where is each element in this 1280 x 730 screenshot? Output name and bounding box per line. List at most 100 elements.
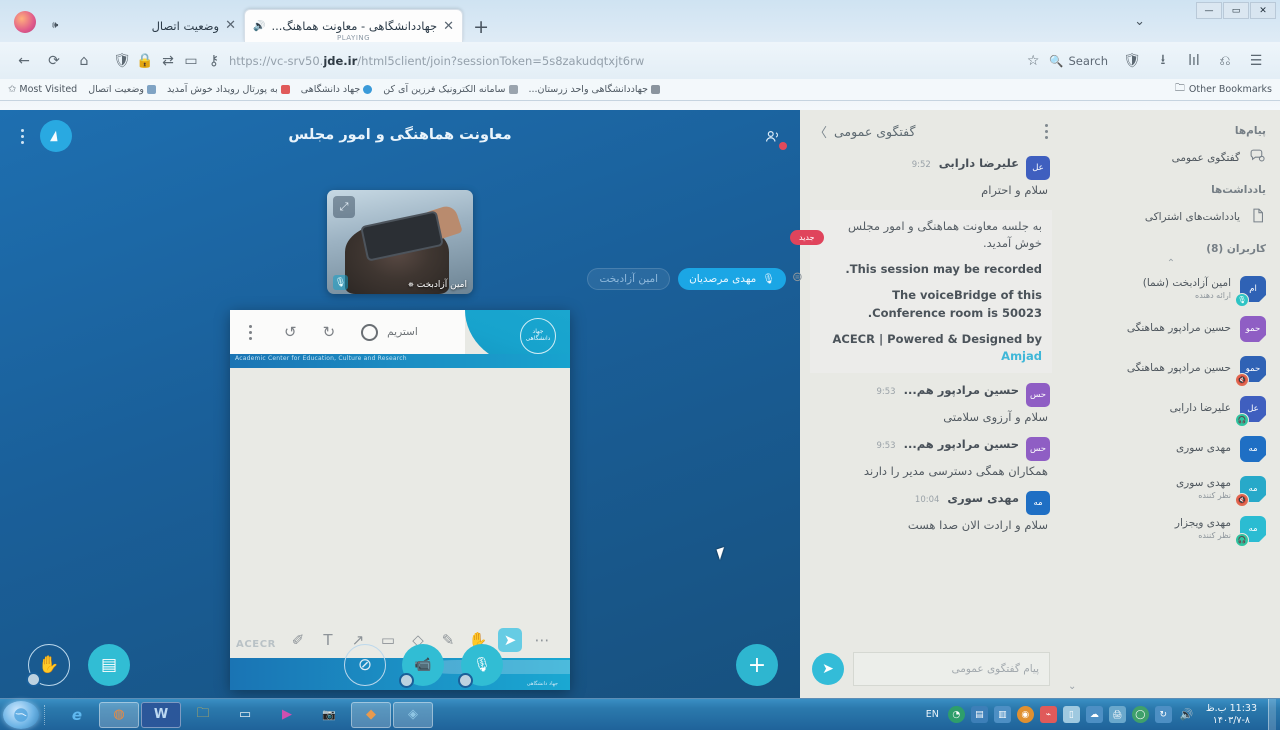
raise-hand-button[interactable]: ✋ bbox=[26, 644, 70, 687]
show-desktop-button[interactable] bbox=[1268, 698, 1276, 730]
account-icon[interactable]: ⎌ bbox=[1211, 48, 1239, 74]
user-list-item[interactable]: ام 🎙 امین آزادبخت (شما) ارائه دهنده bbox=[1074, 269, 1268, 309]
book-icon[interactable]: ▯ bbox=[1062, 706, 1080, 723]
taskbar-item-internet-explorer[interactable]: e bbox=[57, 702, 97, 728]
user-list-item[interactable]: حمو 🔇 حسین مرادپور هماهنگی bbox=[1074, 349, 1268, 389]
mic-sub-badge bbox=[458, 673, 473, 688]
tab-mute-icon[interactable]: 🕪 bbox=[52, 20, 58, 31]
bookmark-item-2[interactable]: به پورتال رویداد خوش آمدید bbox=[167, 84, 290, 95]
powered-by-brand[interactable]: Amjad bbox=[1001, 349, 1042, 363]
reader-mode-icon[interactable]: ⇄ bbox=[160, 48, 176, 74]
bookmark-item-4[interactable]: سامانه الکترونیک فرزین آی کن bbox=[383, 84, 518, 95]
powered-by-text: ACECR | Powered & Designed by bbox=[832, 331, 1042, 346]
avatar: مه 🎧 bbox=[1235, 516, 1267, 547]
taskbar-item-camera[interactable]: 📷 bbox=[309, 702, 349, 728]
taskbar-item-app-orange[interactable]: ◆ bbox=[351, 701, 391, 728]
tab-close-icon[interactable]: ✕ bbox=[443, 20, 454, 33]
list-all-tabs-icon[interactable]: ⌄ bbox=[1134, 14, 1145, 29]
downloads-icon[interactable]: ⭳ bbox=[1149, 48, 1177, 74]
taskbar-item-app-blue[interactable]: ◈ bbox=[393, 701, 433, 728]
start-orb-icon[interactable] bbox=[3, 700, 39, 729]
permissions-key-icon[interactable]: ⚷ bbox=[206, 48, 222, 74]
microphone-button[interactable]: 🎙 bbox=[458, 644, 503, 688]
chat-messages[interactable]: عل علیرضا دارابی 9:52 سلام و احترام به ج… bbox=[800, 152, 1062, 652]
unread-badge[interactable]: جدید bbox=[790, 230, 824, 245]
back-icon[interactable]: ← bbox=[10, 48, 38, 74]
chat-bubble-icon bbox=[1249, 148, 1266, 169]
talker-pill-muted[interactable]: امین آزادبخت bbox=[587, 268, 671, 290]
taskbar-item-word[interactable]: W bbox=[141, 701, 181, 728]
sync-icon[interactable]: ⊜ bbox=[792, 270, 803, 285]
language-indicator[interactable]: EN bbox=[923, 709, 942, 720]
talker-pill-active[interactable]: 🎙 مهدی مرصدیان bbox=[678, 268, 786, 290]
other-bookmarks-folder[interactable]: 🗀 Other Bookmarks bbox=[1175, 81, 1272, 98]
bookmark-item-5[interactable]: جهاددانشگاهی واحد زرستان... bbox=[529, 84, 660, 95]
address-bar[interactable]: 🛡 🔒 ⇄ ▭ ⚷ https://vc-srv50.jde.ir/html5c… bbox=[106, 48, 1011, 73]
cloud-icon[interactable]: ☁ bbox=[1085, 706, 1103, 723]
user-list-item[interactable]: حمو حسین مرادپور هماهنگی bbox=[1074, 309, 1268, 349]
recording-notice: This session may be recorded. bbox=[845, 262, 1042, 277]
whiteboard-canvas[interactable]: ACECR ✐ T ↗ ▭ ◇ ✎ ✋ ➤ ⋯ bbox=[230, 368, 570, 658]
sidebar-item-shared-notes[interactable]: یادداشت‌های اشتراکی bbox=[1074, 201, 1268, 234]
maximize-button[interactable]: ▭ bbox=[1223, 2, 1249, 19]
volume-icon[interactable]: 🔊 bbox=[1178, 706, 1195, 723]
minimize-button[interactable]: — bbox=[1196, 2, 1222, 19]
redo-icon[interactable]: ↻ bbox=[323, 324, 336, 340]
shield-icon[interactable]: ◯ bbox=[1131, 706, 1149, 723]
tab-speaker-icon[interactable]: 🔊 bbox=[253, 21, 265, 32]
lock-icon[interactable]: 🔒 bbox=[136, 48, 153, 74]
home-icon[interactable]: ⌂ bbox=[70, 48, 98, 74]
reload-icon[interactable]: ⟳ bbox=[40, 48, 68, 74]
clock[interactable]: 11:33 ب.ظ ۱۴۰۳/۷-۸ bbox=[1201, 703, 1262, 727]
record-stream-button[interactable]: استریم bbox=[361, 323, 418, 341]
scroll-down-icon[interactable]: ⌄ bbox=[1068, 681, 1076, 692]
bookmark-item-3[interactable]: جهاد دانشگاهی bbox=[301, 84, 373, 95]
camera-button[interactable]: 📹 bbox=[399, 644, 444, 688]
tracking-shield-icon[interactable]: 🛡 bbox=[1118, 48, 1146, 74]
chat-title[interactable]: گفتگوی عمومی 〉 bbox=[814, 122, 915, 141]
webcam-tile[interactable]: ⤢ 🎙 امین آزادبخت ⛯ bbox=[327, 190, 473, 294]
search-bar[interactable]: 🔍 Search bbox=[1049, 54, 1116, 68]
battery-icon[interactable]: ▥ bbox=[993, 706, 1011, 723]
user-list-item[interactable]: مه مهدی سوری bbox=[1074, 429, 1268, 469]
shield-icon[interactable]: 🛡 bbox=[113, 48, 131, 74]
new-tab-button[interactable]: + bbox=[463, 18, 499, 42]
bookmark-most-visited[interactable]: ✩ Most Visited bbox=[8, 84, 77, 95]
sync-icon[interactable]: ↻ bbox=[1154, 706, 1172, 723]
undo-icon[interactable]: ↺ bbox=[284, 324, 297, 340]
collapse-users-icon[interactable]: ⌃ bbox=[1074, 258, 1268, 269]
update-icon[interactable]: ◉ bbox=[1016, 706, 1034, 723]
send-icon[interactable]: ➤ bbox=[812, 653, 844, 685]
browser-tab-1[interactable]: 🕪 وضعیت اتصال ✕ bbox=[44, 9, 244, 42]
add-content-button[interactable]: + bbox=[736, 644, 778, 686]
menu-icon[interactable]: ☰ bbox=[1242, 48, 1270, 74]
notes-icon bbox=[1249, 207, 1266, 228]
user-list-item[interactable]: مه 🔇 مهدی سوری نظر کننده bbox=[1074, 469, 1268, 509]
network-icon[interactable]: ⌁ bbox=[1039, 706, 1057, 723]
antivirus-icon[interactable]: ◔ bbox=[947, 706, 965, 723]
presentation-area[interactable]: جهاددانشگاهی سازمان جهاد دانشگاهی ↺ ↻ اس… bbox=[230, 310, 570, 690]
taskbar-item-media-player[interactable]: ▶ bbox=[267, 702, 307, 728]
user-list-item[interactable]: مه 🎧 مهدی ویجزار نظر کننده bbox=[1074, 509, 1268, 549]
presentation-options-icon[interactable] bbox=[242, 324, 258, 340]
tab-close-icon[interactable]: ✕ bbox=[225, 19, 236, 32]
browser-tab-2[interactable]: 🔊 جهاددانشگاهی - معاونت هماهنگ... ✕ PLAY… bbox=[244, 9, 464, 42]
taskbar-item-terminal[interactable]: ▭ bbox=[225, 702, 265, 728]
bookmark-star-icon[interactable]: ☆ bbox=[1019, 48, 1047, 74]
leave-audio-button[interactable]: ⊘ bbox=[344, 644, 386, 686]
library-icon[interactable]: lıl bbox=[1180, 48, 1208, 74]
taskbar-item-firefox[interactable]: ◍ bbox=[99, 701, 139, 728]
expand-icon[interactable]: ⤢ bbox=[333, 196, 355, 218]
monitor-icon[interactable]: ▤ bbox=[970, 706, 988, 723]
chat-options-icon[interactable] bbox=[1045, 123, 1048, 139]
taskbar-item-file-explorer[interactable]: 🗀 bbox=[183, 702, 223, 728]
cast-icon[interactable]: ▭ bbox=[183, 48, 199, 74]
presentation-button[interactable]: ▤ bbox=[88, 644, 130, 686]
printer-icon[interactable]: 🖨 bbox=[1108, 706, 1126, 723]
user-list-item[interactable]: عل 🎧 علیرضا دارابی bbox=[1074, 389, 1268, 429]
sidebar-item-public-chat[interactable]: گفتگوی عمومی bbox=[1074, 142, 1268, 175]
leave-audio-icon: ⊘ bbox=[357, 655, 373, 675]
close-button[interactable]: ✕ bbox=[1250, 2, 1276, 19]
bookmark-item-1[interactable]: وضعیت اتصال bbox=[88, 84, 156, 95]
chat-input[interactable]: پیام گفتگوی عمومی bbox=[853, 652, 1050, 686]
